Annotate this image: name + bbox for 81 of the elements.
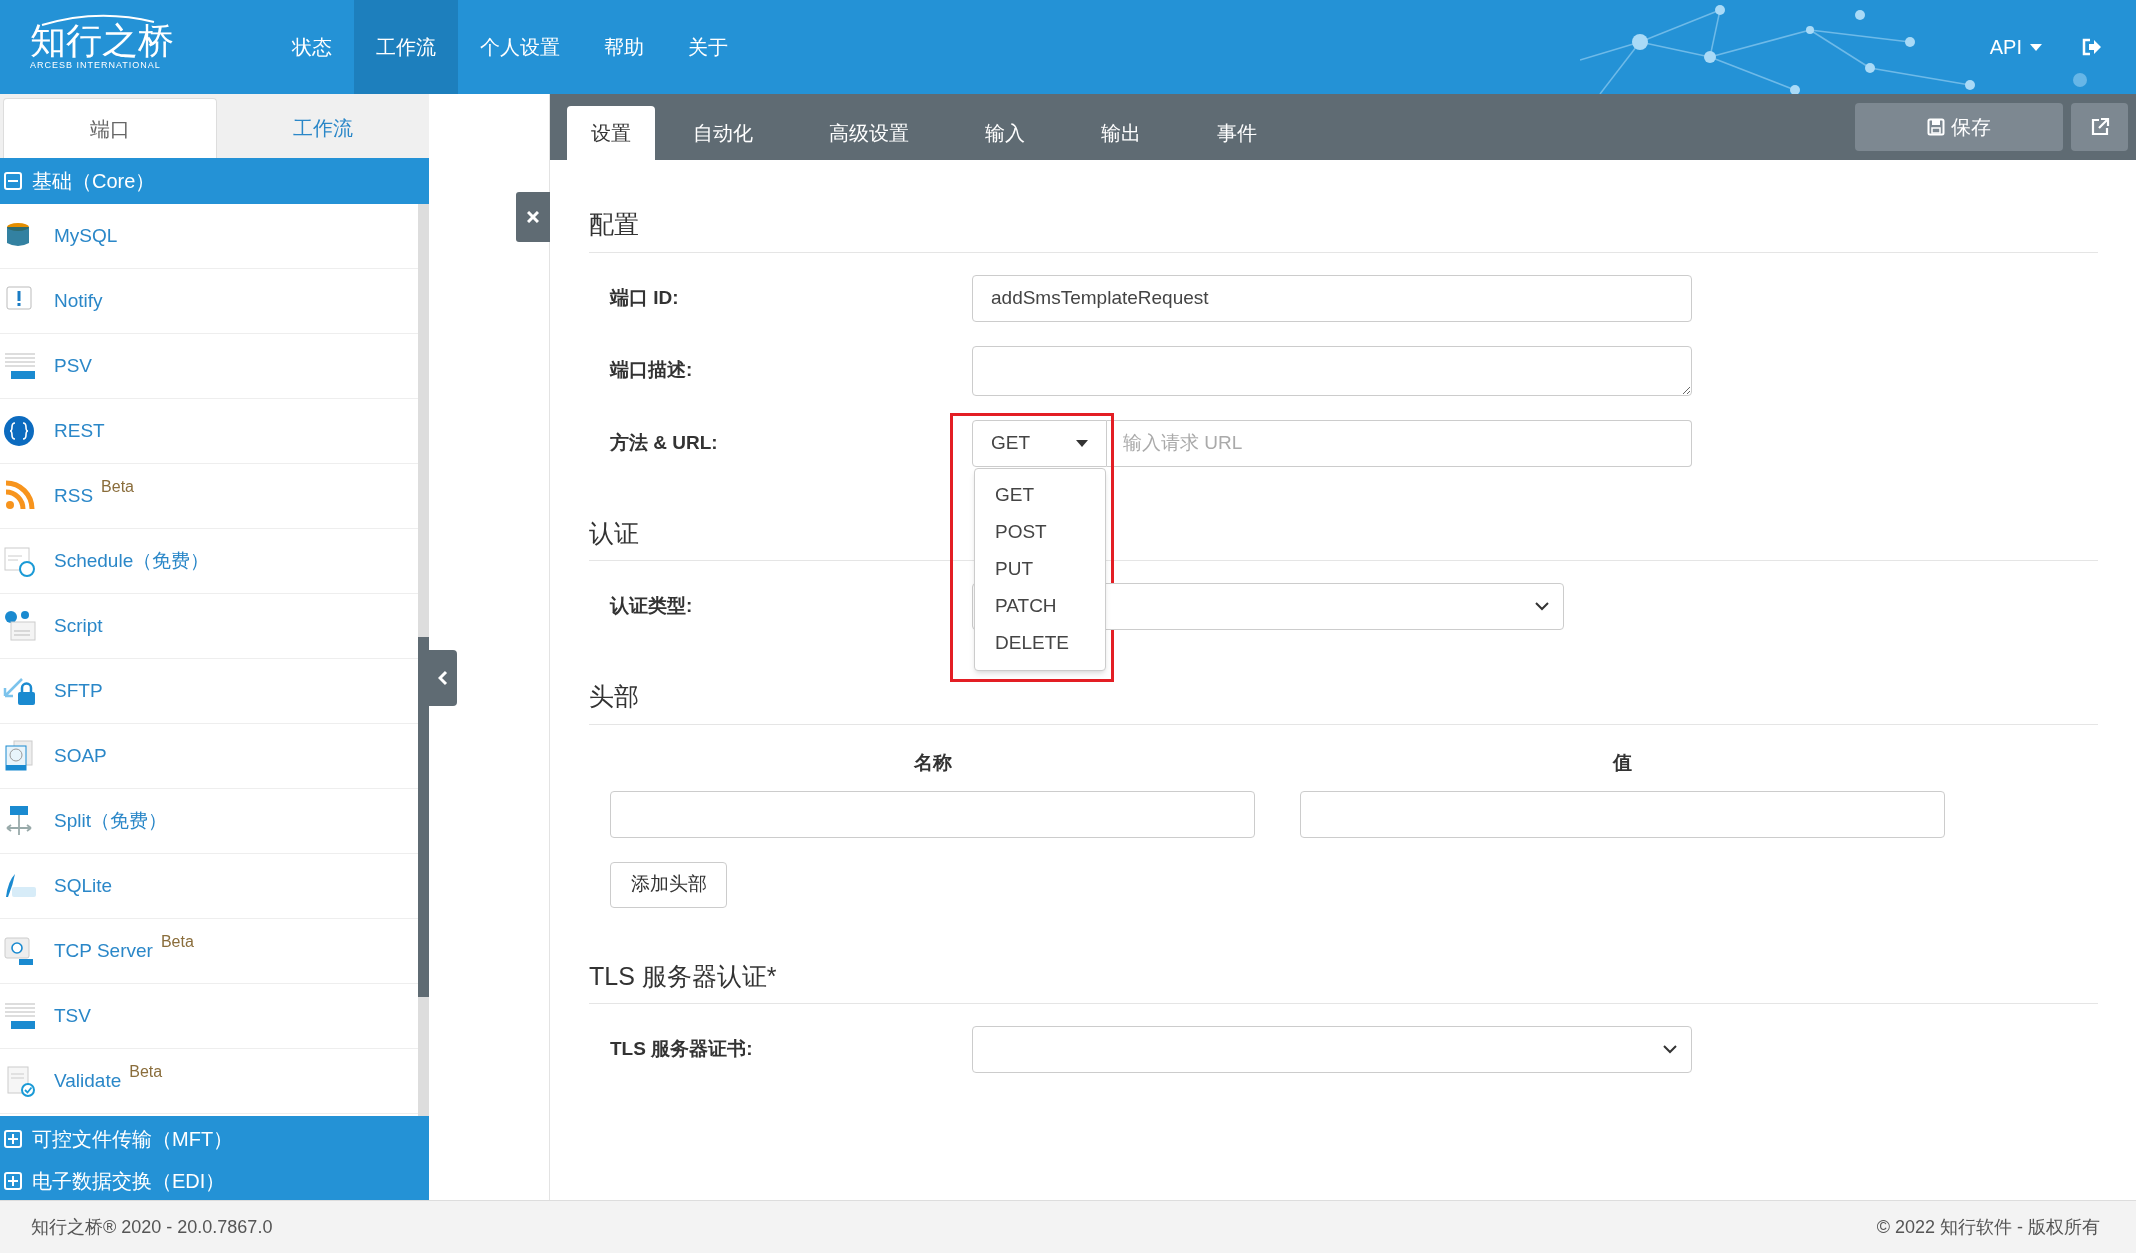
column-header: 名称 bbox=[912, 750, 953, 775]
panel-tab[interactable]: 自动化 bbox=[669, 106, 777, 160]
connector-item[interactable]: Split（免费） bbox=[0, 789, 418, 854]
server-icon bbox=[2, 934, 36, 968]
menu-option[interactable]: DELETE bbox=[975, 624, 1105, 662]
menu-option[interactable]: POST bbox=[975, 513, 1105, 551]
logo-subtitle: ARCESB INTERNATIONAL bbox=[30, 60, 161, 70]
connector-item[interactable]: SFTP bbox=[0, 659, 418, 724]
beta-label: Beta bbox=[129, 1062, 163, 1082]
version-text: 知行之桥® 2020 - 20.0.7867.0 bbox=[31, 1215, 273, 1239]
nav-tab[interactable]: 帮助 bbox=[582, 0, 666, 94]
panel-tab[interactable]: 事件 bbox=[1193, 106, 1281, 160]
text-field[interactable] bbox=[1300, 790, 1945, 838]
group-header[interactable]: 基础（Core） bbox=[0, 158, 429, 204]
method-dropdown[interactable]: GET bbox=[972, 419, 1107, 467]
select-field[interactable] bbox=[972, 1026, 1692, 1073]
connector-item[interactable]: SQLite bbox=[0, 854, 418, 919]
connector-item[interactable]: Schedule（免费） bbox=[0, 529, 418, 594]
field-label: 认证类型: bbox=[610, 594, 694, 619]
globe-file-icon bbox=[2, 739, 36, 773]
group-header[interactable]: 电子数据交换（EDI） bbox=[0, 1162, 429, 1200]
connector-item[interactable]: MySQL bbox=[0, 204, 418, 269]
section-title: TLS 服务器认证* bbox=[589, 957, 2098, 1004]
connector-item[interactable]: Validate Beta bbox=[0, 1049, 418, 1114]
connector-item[interactable]: REST bbox=[0, 399, 418, 464]
calendar-clock-icon bbox=[2, 544, 36, 578]
close-icon bbox=[527, 211, 539, 223]
menu-option[interactable]: PUT bbox=[975, 550, 1105, 588]
connector-item[interactable]: Notify bbox=[0, 269, 418, 334]
connector-item[interactable]: RSS Beta bbox=[0, 464, 418, 529]
chevron-down-icon bbox=[1663, 1045, 1677, 1054]
field-label: 端口 ID: bbox=[610, 285, 680, 310]
connector-item[interactable]: TCP Server Beta bbox=[0, 919, 418, 984]
field-label: TLS 服务器证书: bbox=[610, 1037, 754, 1062]
copyright-text: © 2022 知行软件 - 版权所有 bbox=[1876, 1215, 2100, 1239]
field-label: 方法 & URL: bbox=[610, 430, 719, 455]
close-button[interactable] bbox=[516, 192, 550, 242]
scrollbar-thumb[interactable] bbox=[418, 637, 429, 997]
connector-item[interactable]: PSV bbox=[0, 334, 418, 399]
save-icon bbox=[1927, 118, 1945, 136]
nav-tab[interactable]: 个人设置 bbox=[458, 0, 582, 94]
sidebar-tab[interactable]: 工作流 bbox=[217, 98, 429, 158]
external-link-icon bbox=[2089, 117, 2110, 137]
connector-item[interactable]: SOAP bbox=[0, 724, 418, 789]
text-field[interactable] bbox=[610, 790, 1255, 838]
url-field[interactable]: 输入请求 URL bbox=[1107, 419, 1692, 467]
chevron-down-icon bbox=[1535, 602, 1549, 611]
caret-icon bbox=[1076, 439, 1088, 447]
panel-tab[interactable]: 输出 bbox=[1077, 106, 1165, 160]
description-field[interactable] bbox=[972, 345, 1692, 396]
column-header: 值 bbox=[1611, 750, 1633, 775]
menu-option[interactable]: GET bbox=[975, 476, 1105, 514]
nav-tab[interactable]: 关于 bbox=[666, 0, 750, 94]
field-label: 端口描述: bbox=[610, 358, 694, 383]
connector-item[interactable]: TSV bbox=[0, 984, 418, 1049]
chevron-left-icon bbox=[438, 670, 448, 686]
section-title: 配置 bbox=[589, 206, 2098, 253]
add-header-button[interactable]: 添加头部 bbox=[610, 861, 727, 908]
menu-option[interactable]: PATCH bbox=[975, 587, 1105, 625]
connector-item[interactable]: Script bbox=[0, 594, 418, 659]
logout-icon bbox=[2082, 38, 2102, 56]
save-button[interactable]: 保存 bbox=[1855, 103, 2063, 151]
api-menu[interactable]: API bbox=[1989, 32, 2042, 62]
caret-icon bbox=[2030, 43, 2042, 51]
logout-button[interactable] bbox=[2082, 38, 2102, 56]
panel-tab[interactable]: 设置 bbox=[567, 106, 655, 160]
port-id-field[interactable]: addSmsTemplateRequest bbox=[972, 274, 1692, 322]
beta-label: Beta bbox=[160, 932, 194, 952]
section-title: 头部 bbox=[589, 678, 2098, 725]
panel-tab[interactable]: 输入 bbox=[961, 106, 1049, 160]
gears-icon bbox=[2, 609, 36, 643]
panel-tab[interactable]: 高级设置 bbox=[805, 106, 933, 160]
collapse-sidebar-button[interactable] bbox=[429, 650, 457, 706]
external-link-button[interactable] bbox=[2071, 103, 2128, 151]
nav-tab[interactable]: 状态 bbox=[270, 0, 354, 94]
beta-label: Beta bbox=[101, 477, 134, 497]
logo-text: 知行之桥 bbox=[30, 22, 174, 60]
nav-tab[interactable]: 工作流 bbox=[354, 0, 458, 94]
group-header[interactable]: 可控文件传输（MFT） bbox=[0, 1116, 429, 1162]
braces-icon bbox=[2, 414, 36, 448]
sidebar-tab[interactable]: 端口 bbox=[3, 98, 217, 158]
